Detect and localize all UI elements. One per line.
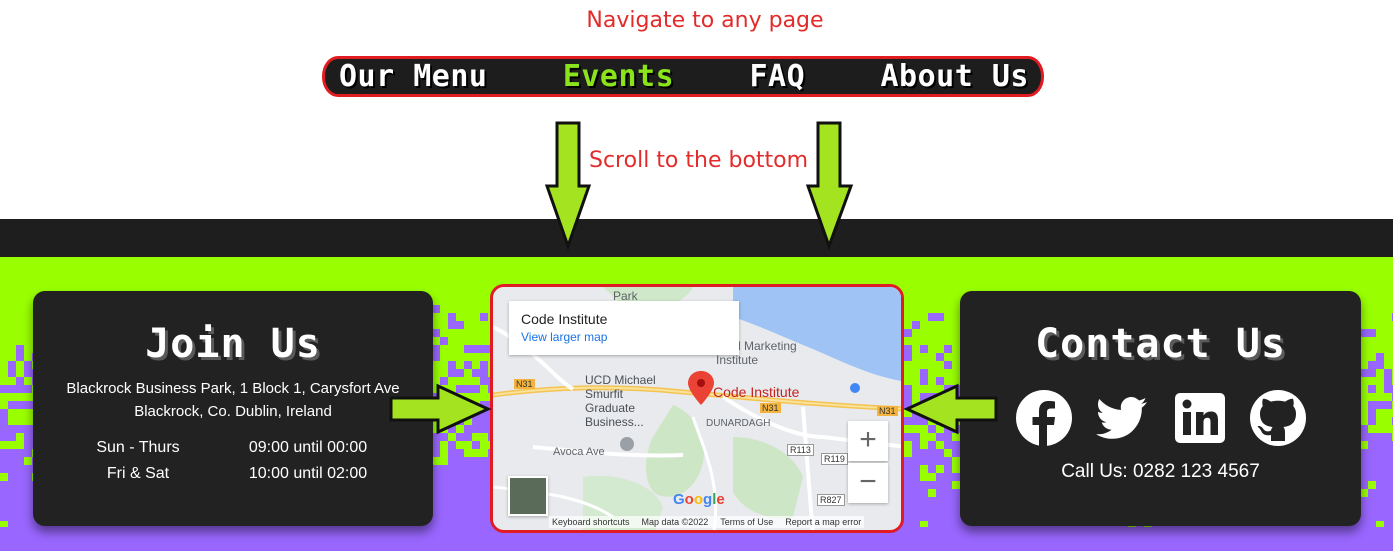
- arrow-down-right: [805, 121, 854, 251]
- arrow-left: [903, 383, 998, 435]
- arrow-right: [389, 383, 492, 435]
- annotation-arrows: [389, 121, 998, 435]
- page: Navigate to any page Our Menu Events FAQ…: [0, 0, 1393, 551]
- arrow-down-left: [544, 121, 592, 251]
